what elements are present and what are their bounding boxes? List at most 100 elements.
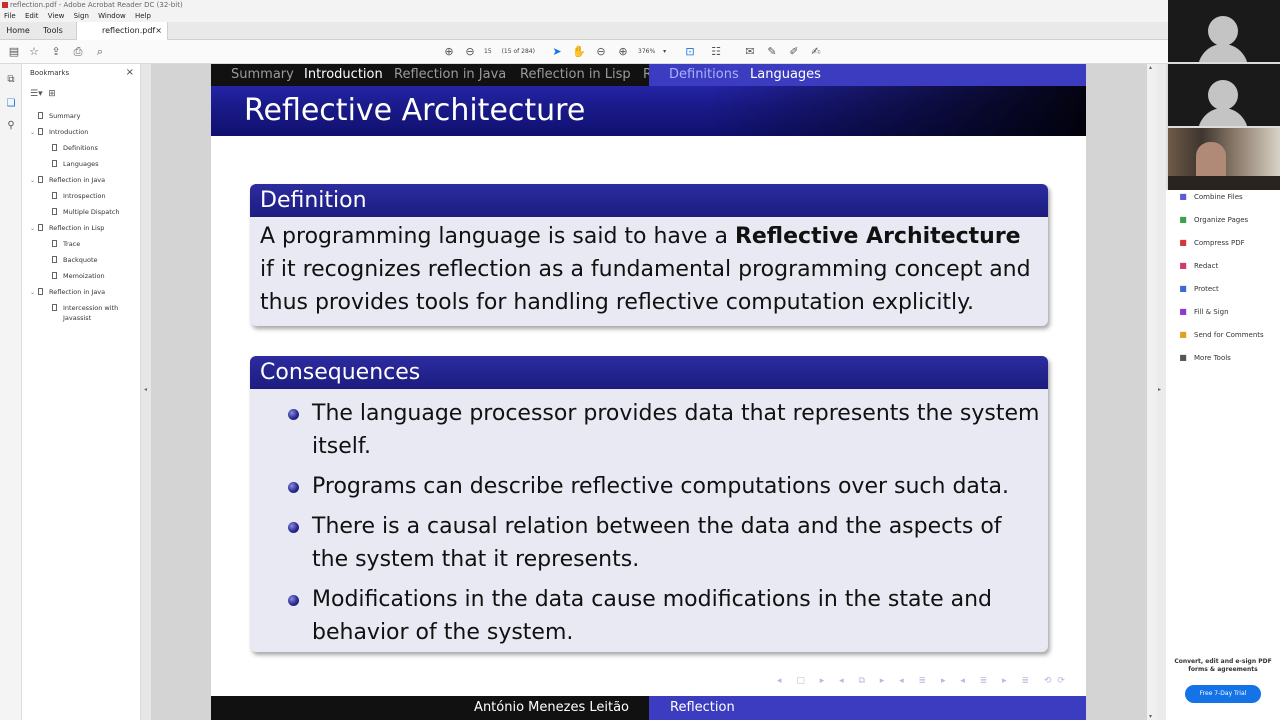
tool-organize-pages[interactable]: ■ Organize Pages [1178, 215, 1248, 224]
tab-bar: Home Tools reflection.pdf × [0, 22, 1168, 40]
prev-page-icon[interactable]: ⊕ [441, 44, 457, 60]
fit-page-icon[interactable]: ⊡ [682, 44, 698, 60]
bookmark-item[interactable]: Introspection [44, 192, 106, 200]
zoom-value: 376% [638, 48, 656, 55]
bookmarks-icon[interactable]: ❏ [4, 98, 18, 112]
select-tool-icon[interactable]: ➤ [549, 44, 565, 60]
menu-file[interactable]: File [4, 12, 16, 20]
bookmark-item[interactable]: Definitions [44, 144, 98, 152]
scroll-up-icon[interactable]: ▴ [1149, 64, 1152, 71]
menu-edit[interactable]: Edit [25, 12, 39, 20]
scroll-down-icon[interactable]: ▾ [1149, 713, 1152, 720]
definition-block: Definition A programming language is sai… [250, 184, 1048, 326]
nav-introduction[interactable]: Introduction [304, 64, 383, 86]
zoom-field[interactable]: 376% ▾ [638, 46, 672, 58]
save-icon[interactable]: ▤ [6, 44, 22, 60]
free-trial-button[interactable]: Free 7-Day Trial [1185, 685, 1261, 703]
menu-help[interactable]: Help [135, 12, 151, 20]
search-icon[interactable]: ⌕ [92, 44, 108, 60]
nav-languages[interactable]: Languages [750, 64, 821, 86]
bullet-text: There is a causal relation between the d… [312, 514, 1002, 572]
tool-redact[interactable]: ■ Redact [1178, 261, 1218, 270]
draw-icon[interactable]: ✐ [786, 44, 802, 60]
tool-label: Fill & Sign [1194, 308, 1229, 316]
chevron-down-icon[interactable]: ⌄ [30, 289, 38, 296]
tool-more-tools[interactable]: ■ More Tools [1178, 353, 1231, 362]
bookmark-label: Intercession with [63, 304, 119, 312]
comment-icon[interactable]: ✉ [742, 44, 758, 60]
bookmark-options-icon[interactable]: ☰▾ ⊞ [30, 89, 56, 99]
tool-protect[interactable]: ■ Protect [1178, 284, 1219, 293]
bookmark-flag-icon [38, 112, 43, 119]
menu-window[interactable]: Window [98, 12, 126, 20]
bullet-icon [288, 522, 299, 533]
bookmark-item[interactable]: Trace [44, 240, 80, 248]
tab-close-icon[interactable]: × [155, 22, 162, 40]
bookmark-flag-icon [38, 128, 43, 135]
bookmark-item[interactable]: Intercession with [44, 304, 118, 312]
bookmark-item[interactable]: Memoization [44, 272, 105, 280]
bookmark-label: Backquote [63, 256, 98, 264]
nav-summary[interactable]: Summary [231, 64, 294, 86]
beamer-nav-symbols[interactable]: ◂ ▢ ▸ ◂ ⧉ ▸ ◂ ≣ ▸ ◂ ≣ ▸ ≣ ⟲⟳ [777, 676, 1077, 690]
bookmark-item[interactable]: Backquote [44, 256, 98, 264]
bookmark-item[interactable]: Javassist [44, 314, 91, 322]
bookmark-star-icon[interactable]: ☆ [26, 44, 42, 60]
print-icon[interactable]: ⎙ [70, 44, 86, 60]
hand-tool-icon[interactable]: ✋ [571, 44, 587, 60]
nav-reflection-lisp[interactable]: Reflection in Lisp [520, 64, 631, 86]
upload-icon[interactable]: ⇪ [48, 44, 64, 60]
page-number-field[interactable]: 15 (15 of 284) [484, 46, 536, 58]
bookmark-label: Summary [49, 112, 81, 120]
window-title-bar: reflection.pdf - Adobe Acrobat Reader DC… [0, 0, 1168, 10]
bookmark-item[interactable]: Summary [30, 112, 80, 120]
chevron-down-icon[interactable]: ⌄ [30, 129, 38, 136]
bookmark-item[interactable]: ⌄ Introduction [30, 128, 88, 136]
section-nav: Summary Introduction Reflection in Java … [211, 64, 649, 86]
nav-definitions[interactable]: Definitions [669, 64, 739, 86]
tool-compress-pdf[interactable]: ■ Compress PDF [1178, 238, 1244, 247]
bookmark-label: Multiple Dispatch [63, 208, 120, 216]
vertical-scrollbar[interactable]: ▴ ▾ [1147, 64, 1157, 720]
pdf-page: Summary Introduction Reflection in Java … [211, 64, 1086, 720]
bookmark-flag-icon [52, 256, 57, 263]
camera-foreground [1168, 176, 1280, 190]
zoom-in-icon[interactable]: ⊕ [615, 44, 631, 60]
tool-combine-files[interactable]: ■ Combine Files [1178, 192, 1243, 201]
bookmark-item[interactable]: Multiple Dispatch [44, 208, 119, 216]
bookmarks-title: Bookmarks [30, 69, 70, 77]
right-panel-splitter[interactable]: ▸ [1157, 64, 1166, 720]
bookmark-item[interactable]: ⌄ Reflection in Lisp [30, 224, 104, 232]
bookmark-item[interactable]: ⌄ Reflection in Java [30, 288, 105, 296]
bookmark-item[interactable]: Languages [44, 160, 98, 168]
chevron-down-icon[interactable]: ⌄ [30, 177, 38, 184]
panel-splitter[interactable]: ◂ [141, 64, 151, 720]
tool-label: Protect [1194, 285, 1219, 293]
sign-icon[interactable]: ✍ [808, 44, 824, 60]
video-tile-participant-2 [1168, 64, 1280, 126]
menu-view[interactable]: View [48, 12, 65, 20]
next-page-icon[interactable]: ⊖ [462, 44, 478, 60]
tool-send-for-comments[interactable]: ■ Send for Comments [1178, 330, 1263, 339]
list-item: Modifications in the data cause modifica… [260, 583, 1040, 649]
chevron-down-icon[interactable]: ⌄ [30, 225, 38, 232]
tab-document[interactable]: reflection.pdf × [76, 22, 168, 40]
scroll-mode-icon[interactable]: ☷ [708, 44, 724, 60]
bookmarks-close-icon[interactable]: × [126, 67, 134, 78]
window-title: reflection.pdf - Adobe Acrobat Reader DC… [10, 1, 183, 9]
list-item: The language processor provides data tha… [260, 397, 1040, 463]
bookmark-label: Trace [63, 240, 81, 248]
tab-home[interactable]: Home [0, 22, 36, 40]
nav-reflection-java[interactable]: Reflection in Java [394, 64, 506, 86]
zoom-out-icon[interactable]: ⊖ [593, 44, 609, 60]
bullet-icon [288, 482, 299, 493]
highlight-icon[interactable]: ✎ [764, 44, 780, 60]
menu-sign[interactable]: Sign [74, 12, 89, 20]
bookmark-item[interactable]: ⌄ Reflection in Java [30, 176, 105, 184]
consequences-list: The language processor provides data tha… [250, 389, 1048, 649]
tab-tools[interactable]: Tools [36, 22, 70, 40]
page-of: (15 of 284) [501, 48, 535, 55]
attachments-icon[interactable]: ⚲ [4, 120, 18, 134]
tool-fill-sign[interactable]: ■ Fill & Sign [1178, 307, 1229, 316]
page-thumbnails-icon[interactable]: ⧉ [4, 74, 18, 88]
